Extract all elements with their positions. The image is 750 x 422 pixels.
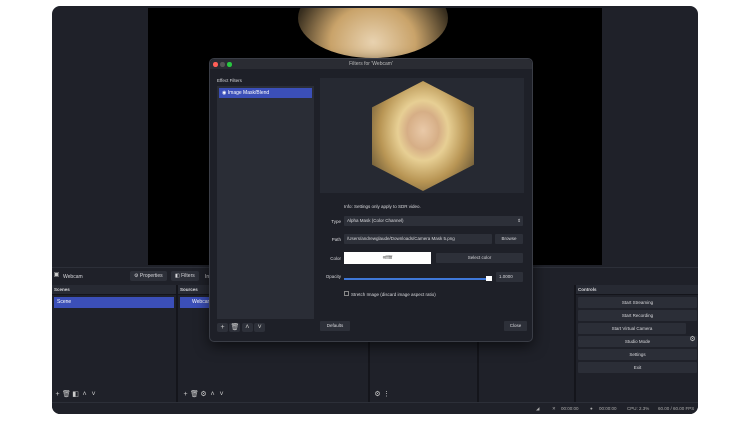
color-label: Color (330, 256, 341, 261)
opacity-label: Opacity (325, 274, 341, 279)
effect-filters-label: Effect Filters (217, 78, 242, 83)
start-recording-button[interactable]: Start Recording (578, 310, 697, 321)
controls-title: Controls (576, 285, 698, 295)
add-icon[interactable]: + (217, 323, 228, 332)
record-time: 00:00:00 (599, 406, 617, 411)
opacity-spinbox[interactable]: 1.0000 (496, 272, 523, 282)
studio-mode-button[interactable]: Studio Mode (578, 336, 697, 347)
audio-settings-icon[interactable]: ⚙ (373, 390, 382, 399)
webcam-source-icon: ▣ (53, 272, 60, 278)
defaults-button[interactable]: Defaults (320, 321, 350, 331)
opacity-slider[interactable] (344, 278, 491, 280)
path-input[interactable]: /Users/andrewglaude/Downloads/Camera Mas… (344, 234, 492, 244)
webcam-feed (298, 8, 448, 58)
opacity-slider-handle[interactable] (486, 276, 492, 281)
filters-dialog: Filters for 'Webcam' Effect Filters ◉ Im… (209, 58, 533, 342)
chevron-down-icon[interactable]: ˅ (254, 323, 266, 332)
path-label: Path (331, 237, 341, 242)
filter-item[interactable]: ◉ Image Mask/Blend (219, 88, 312, 98)
chevron-down-icon[interactable]: ˅ (217, 390, 226, 399)
exit-button[interactable]: Exit (578, 362, 697, 373)
filter-list: ◉ Image Mask/Blend (217, 86, 314, 319)
select-color-button[interactable]: Select color (436, 253, 523, 263)
menu-dots-icon[interactable]: ⋮ (382, 390, 391, 399)
scenes-dock: Scenes Scene + 🗑◧ ˄ ˅ (52, 285, 178, 402)
start-virtual-camera-button[interactable]: Start Virtual Camera (578, 323, 686, 334)
status-bar: ◢ ✕ 00:00:00 ● 00:00:00 CPU: 2.3% 60.00 … (52, 402, 698, 414)
selected-source-name: Webcam (63, 274, 83, 280)
close-window-icon[interactable] (213, 62, 218, 67)
chevron-down-icon[interactable]: ˅ (89, 390, 98, 399)
updown-icon: ⇕ (517, 218, 521, 223)
minimize-window-icon[interactable] (220, 62, 225, 67)
trash-icon[interactable]: 🗑 (62, 390, 71, 399)
scene-item[interactable]: Scene (54, 297, 174, 308)
fps-readout: 60.00 / 60.00 FPS (658, 406, 695, 411)
properties-button[interactable]: ⚙ Properties (130, 271, 167, 281)
browse-button[interactable]: Browse (495, 234, 523, 244)
stream-time: 00:00:00 (561, 406, 579, 411)
settings-button[interactable]: Settings (578, 349, 697, 360)
virtual-camera-gear-icon[interactable]: ⚙ (688, 335, 697, 344)
chevron-up-icon[interactable]: ˄ (208, 390, 217, 399)
controls-dock: Controls Start Streaming Start Recording… (576, 285, 698, 402)
filters-button[interactable]: ◧ Filters (171, 271, 199, 281)
record-icon: ● (590, 406, 593, 411)
gear-icon[interactable]: ⚙ (199, 390, 208, 399)
type-label: Type (331, 219, 341, 224)
trash-icon[interactable]: 🗑 (190, 390, 199, 399)
color-swatch: #ffffff (344, 252, 431, 264)
trash-icon[interactable]: 🗑 (229, 323, 241, 332)
zoom-window-icon[interactable] (227, 62, 232, 67)
start-streaming-button[interactable]: Start Streaming (578, 297, 697, 308)
sources-footer: + 🗑⚙ ˄ ˅ (181, 390, 226, 399)
dialog-titlebar: Filters for 'Webcam' (210, 59, 532, 69)
stream-icon: ✕ (552, 406, 556, 411)
dialog-title: Filters for 'Webcam' (349, 61, 393, 67)
filter-icon[interactable]: ◧ (71, 390, 80, 399)
stretch-label: Stretch Image (discard image aspect rati… (351, 292, 436, 297)
scenes-footer: + 🗑◧ ˄ ˅ (53, 390, 98, 399)
masked-webcam-image (372, 81, 474, 191)
scenes-title: Scenes (52, 285, 176, 295)
stretch-checkbox[interactable] (344, 291, 349, 296)
add-icon[interactable]: + (181, 390, 190, 399)
filter-preview (320, 78, 524, 193)
info-text: Info: Settings only apply to SDR video. (344, 204, 421, 209)
cpu-usage: CPU: 2.3% (627, 406, 650, 411)
add-icon[interactable]: + (53, 390, 62, 399)
network-icon: ◢ (536, 406, 540, 411)
close-button[interactable]: Close (504, 321, 527, 331)
chevron-up-icon[interactable]: ˄ (241, 323, 253, 332)
chevron-up-icon[interactable]: ˄ (80, 390, 89, 399)
filter-list-footer: + 🗑 ˄ ˅ (217, 323, 266, 332)
type-select[interactable]: Alpha Mask (Color Channel) ⇕ (344, 216, 523, 226)
